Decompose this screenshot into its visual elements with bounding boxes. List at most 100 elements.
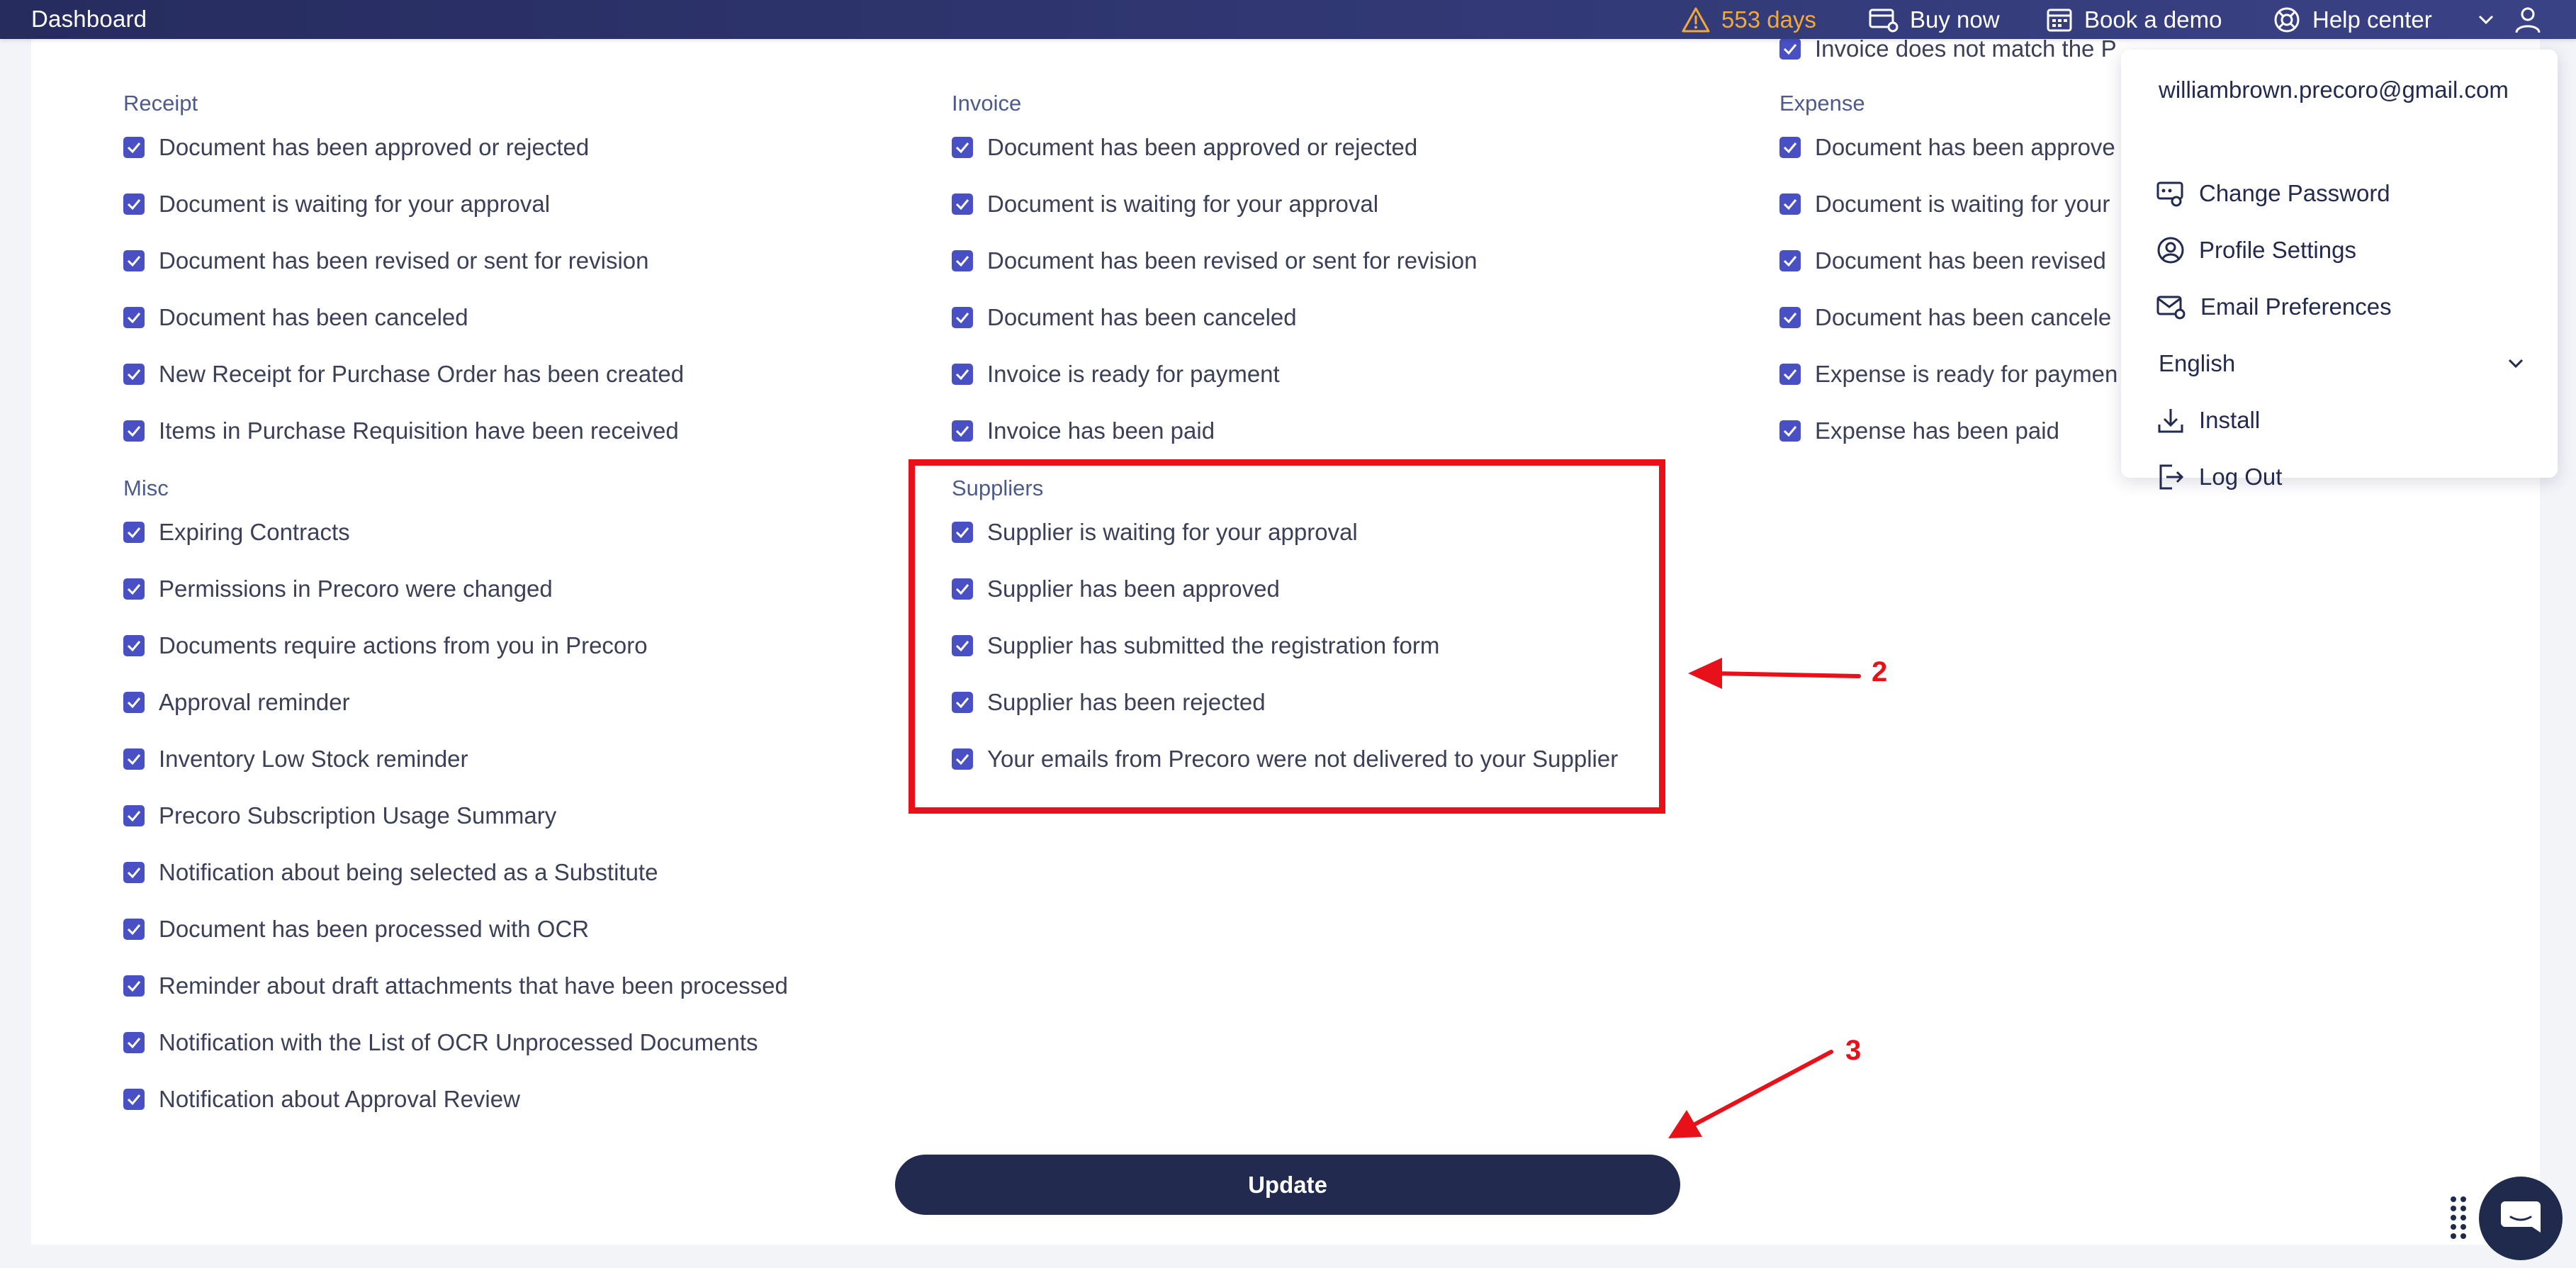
checkbox-row[interactable]: Document is waiting for your approval <box>952 191 1378 218</box>
checkbox-row[interactable]: Documents require actions from you in Pr… <box>123 632 648 659</box>
user-icon <box>2515 7 2541 33</box>
book-demo-button[interactable]: Book a demo <box>2046 0 2222 39</box>
language-label: English <box>2159 350 2236 376</box>
checkbox[interactable] <box>1779 250 1801 271</box>
checkbox[interactable] <box>1779 420 1801 442</box>
checkbox[interactable] <box>952 137 973 158</box>
checkbox-row[interactable]: Document has been canceled <box>123 304 468 331</box>
checkbox-row[interactable]: Notification about being selected as a S… <box>123 859 658 886</box>
checkbox-row[interactable]: Approval reminder <box>123 689 350 716</box>
checkbox[interactable] <box>123 635 145 656</box>
checkbox-row[interactable]: Invoice is ready for payment <box>952 361 1280 388</box>
checkbox[interactable] <box>1779 364 1801 385</box>
annotation-number-3: 3 <box>1845 1035 1862 1066</box>
drag-handle-icon[interactable] <box>2448 1195 2468 1242</box>
checkbox-row[interactable]: Permissions in Precoro were changed <box>123 576 553 602</box>
checkbox-row[interactable]: Document has been approve <box>1779 134 2115 161</box>
checkbox[interactable] <box>123 748 145 770</box>
checkbox-label: Precoro Subscription Usage Summary <box>159 802 557 829</box>
checkbox-row[interactable]: Inventory Low Stock reminder <box>123 746 468 773</box>
check-icon <box>955 142 969 153</box>
checkbox[interactable] <box>952 250 973 271</box>
checkbox-row[interactable]: Invoice has been paid <box>952 417 1215 444</box>
checkbox[interactable] <box>123 1032 145 1053</box>
checkbox-label: Document has been approved or rejected <box>159 134 590 160</box>
checkbox[interactable] <box>123 137 145 158</box>
checkbox[interactable] <box>123 420 145 442</box>
help-center-chevron[interactable] <box>2478 0 2505 39</box>
checkbox-row[interactable]: Document has been revised or sent for re… <box>123 247 649 274</box>
checkbox-label: Document has been revised or sent for re… <box>987 247 1478 274</box>
checkbox[interactable] <box>952 307 973 328</box>
checkbox[interactable] <box>123 805 145 826</box>
menu-item-install[interactable]: Install <box>2156 403 2260 438</box>
checkbox-row[interactable]: Expiring Contracts <box>123 519 350 546</box>
checkbox-row[interactable]: Expense has been paid <box>1779 417 2059 444</box>
menu-item-profile-settings[interactable]: Profile Settings <box>2156 232 2356 268</box>
checkbox-row[interactable]: Notification about Approval Review <box>123 1086 520 1113</box>
chat-widget-button[interactable] <box>2479 1177 2563 1260</box>
checkbox[interactable] <box>1779 38 1801 60</box>
checkbox[interactable] <box>123 1089 145 1110</box>
checkbox[interactable] <box>123 307 145 328</box>
checkbox[interactable] <box>952 420 973 442</box>
checkbox-label: Reminder about draft attachments that ha… <box>159 972 788 999</box>
checkbox[interactable] <box>123 250 145 271</box>
checkbox-row[interactable]: Expense is ready for paymen <box>1779 361 2117 388</box>
checkbox[interactable] <box>952 364 973 385</box>
checkbox-row[interactable]: Document is waiting for your <box>1779 191 2110 218</box>
checkbox[interactable] <box>123 193 145 215</box>
checkbox[interactable] <box>123 364 145 385</box>
checkbox-row[interactable]: Document has been cancele <box>1779 304 2111 331</box>
email-preferences-label: Email Preferences <box>2200 293 2392 320</box>
menu-item-email-preferences[interactable]: Email Preferences <box>2156 289 2392 325</box>
checkbox-row[interactable]: Document has been revised or sent for re… <box>952 247 1478 274</box>
checkbox-row[interactable]: Precoro Subscription Usage Summary <box>123 802 556 829</box>
checkbox[interactable] <box>123 578 145 600</box>
check-icon <box>1783 199 1797 210</box>
checkbox-label: Expense has been paid <box>1815 417 2059 444</box>
checkbox-row[interactable]: Document has been processed with OCR <box>123 916 589 943</box>
check-icon <box>955 313 969 323</box>
checkbox-label: Permissions in Precoro were changed <box>159 576 553 602</box>
checkbox-label: Expense is ready for paymen <box>1815 361 2118 387</box>
checkbox[interactable] <box>1779 137 1801 158</box>
checkbox-label: Document is waiting for your approval <box>159 191 551 217</box>
checkbox[interactable] <box>123 975 145 997</box>
check-icon <box>127 369 141 380</box>
check-icon <box>1783 256 1797 266</box>
menu-item-change-password[interactable]: Change Password <box>2156 176 2390 211</box>
checkbox-row[interactable]: Items in Purchase Requisition have been … <box>123 417 679 444</box>
checkbox-row[interactable]: Document has been approved or rejected <box>123 134 589 161</box>
check-icon <box>127 924 141 935</box>
checkbox-row[interactable]: Document has been canceled <box>952 304 1297 331</box>
user-menu-button[interactable] <box>2514 0 2553 39</box>
buy-now-button[interactable]: Buy now <box>1869 0 2000 39</box>
help-center-button[interactable]: Help center <box>2273 0 2432 39</box>
user-dropdown-menu: williambrown.precoro@gmail.com Change Pa… <box>2121 50 2558 490</box>
checkbox[interactable] <box>123 862 145 883</box>
checkbox[interactable] <box>1779 307 1801 328</box>
checkbox[interactable] <box>952 193 973 215</box>
checkbox[interactable] <box>1779 193 1801 215</box>
checkbox-label: Document has been processed with OCR <box>159 916 590 942</box>
trial-days-indicator[interactable]: 553 days <box>1682 0 1816 39</box>
menu-item-log-out[interactable]: Log Out <box>2156 459 2282 495</box>
checkbox-row[interactable]: Notification with the List of OCR Unproc… <box>123 1029 758 1056</box>
checkbox-label: Documents require actions from you in Pr… <box>159 632 648 658</box>
update-button[interactable]: Update <box>895 1155 1680 1215</box>
checkbox-row[interactable]: Document has been approved or rejected <box>952 134 1417 161</box>
checkbox-row[interactable]: Invoice does not match the P <box>1779 35 2117 62</box>
trial-days-label: 553 days <box>1721 6 1816 33</box>
checkbox-row[interactable]: New Receipt for Purchase Order has been … <box>123 361 684 388</box>
checkbox-row[interactable]: Reminder about draft attachments that ha… <box>123 972 788 999</box>
checkbox[interactable] <box>123 919 145 940</box>
language-select[interactable]: English <box>2159 346 2524 381</box>
checkbox-row[interactable]: Document has been revised <box>1779 247 2106 274</box>
install-label: Install <box>2199 407 2261 433</box>
checkbox-row[interactable]: Document is waiting for your approval <box>123 191 550 218</box>
checkbox[interactable] <box>123 692 145 713</box>
annotation-number-2: 2 <box>1872 656 1888 688</box>
download-icon <box>2158 409 2183 433</box>
checkbox[interactable] <box>123 522 145 543</box>
